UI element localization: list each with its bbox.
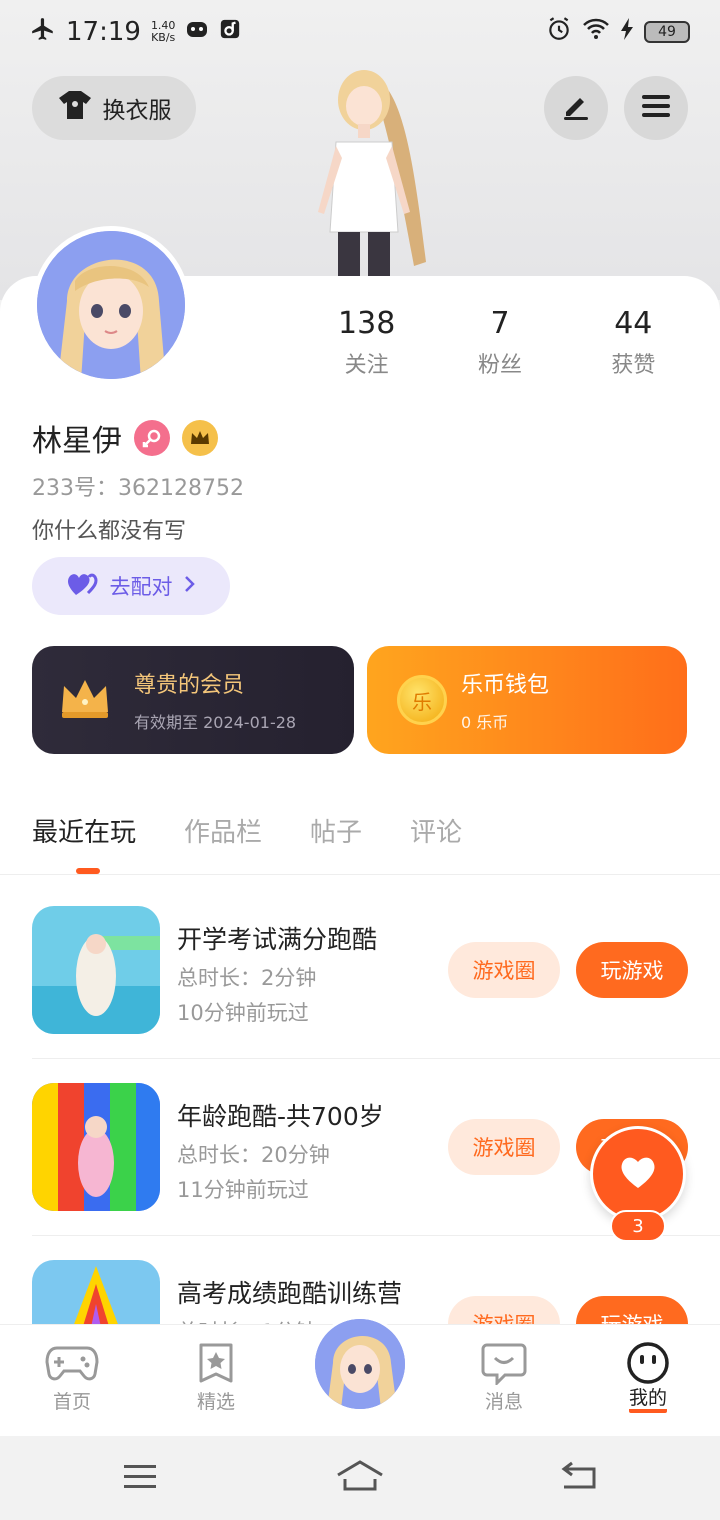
vip-membership-card[interactable]: 尊贵的会员 有效期至 2024-01-28 [32, 646, 354, 754]
like-button[interactable] [590, 1126, 686, 1222]
gold-crown-icon [58, 676, 112, 724]
center-avatar-button[interactable] [312, 1316, 408, 1412]
game-circle-button[interactable]: 游戏圈 [448, 1119, 560, 1175]
nav-messages[interactable]: 消息 [454, 1339, 554, 1414]
menu-button[interactable] [624, 76, 688, 140]
game-thumbnail [32, 1083, 160, 1211]
wifi-icon [582, 17, 610, 48]
game-title: 开学考试满分跑酷 [177, 925, 378, 954]
game-last-played: 10分钟前玩过 [177, 1001, 309, 1025]
stat-fans[interactable]: 7 粉丝 [433, 306, 566, 379]
battery-indicator: 49 [644, 21, 690, 43]
game-list-item[interactable]: 高考成绩跑酷训练营 总时长：1分钟 游戏圈 玩游戏 [32, 1260, 720, 1324]
coin-icon: 乐 [397, 675, 447, 725]
edit-button[interactable] [544, 76, 608, 140]
nav-mine[interactable]: 我的 [598, 1339, 698, 1413]
alarm-icon [546, 16, 572, 49]
play-game-button[interactable]: 玩游戏 [576, 1296, 688, 1324]
pencil-icon [560, 90, 592, 126]
game-duration: 总时长：1分钟 [177, 1316, 316, 1324]
profile-stats: 138 关注 7 粉丝 44 获赞 [300, 306, 700, 379]
stat-likes-label: 获赞 [611, 353, 656, 378]
game-duration: 总时长：20分钟 [177, 1143, 330, 1167]
game-thumbnail [32, 1260, 160, 1324]
game-duration: 总时长：2分钟 [177, 966, 317, 990]
gamepad-icon [22, 1339, 122, 1387]
game-title: 高考成绩跑酷训练营 [177, 1279, 403, 1308]
divider [32, 1058, 720, 1059]
vip-expiry: 有效期至 2024-01-28 [134, 713, 297, 732]
double-heart-icon [66, 571, 100, 602]
hamburger-icon [122, 1462, 158, 1494]
status-time: 17:19 [66, 17, 141, 47]
game-thumbnail [32, 906, 160, 1034]
stat-fans-value: 7 [490, 306, 510, 341]
change-outfit-label: 换衣服 [102, 98, 172, 124]
wallet-balance: 0 乐币 [461, 713, 509, 732]
stat-likes-value: 44 [614, 306, 653, 341]
airplane-icon [30, 16, 56, 49]
user-name: 林星伊 [32, 424, 122, 459]
game-circle-button[interactable]: 游戏圈 [448, 1296, 560, 1324]
game-last-played: 11分钟前玩过 [177, 1178, 309, 1202]
system-home-button[interactable] [330, 1458, 390, 1498]
tab-posts[interactable]: 帖子 [310, 812, 362, 849]
match-button[interactable]: 去配对 [32, 557, 230, 615]
stat-following-value: 138 [338, 306, 396, 341]
wallet-title: 乐币钱包 [461, 673, 550, 698]
system-back-button[interactable] [548, 1458, 608, 1498]
tab-comments[interactable]: 评论 [410, 812, 462, 849]
nav-home[interactable]: 首页 [22, 1339, 122, 1414]
heart-icon [618, 1154, 658, 1194]
play-game-button[interactable]: 玩游戏 [576, 942, 688, 998]
system-menu-button[interactable] [110, 1458, 170, 1498]
tab-recently-played[interactable]: 最近在玩 [32, 812, 136, 849]
tab-works[interactable]: 作品栏 [184, 812, 262, 849]
user-id: 233号：362128752 [32, 476, 244, 501]
game-title: 年龄跑酷-共700岁 [177, 1102, 384, 1131]
back-arrow-icon [558, 1461, 598, 1495]
status-bar: 17:19 1.40 KB/s 49 [0, 0, 720, 64]
network-speed-unit: KB/s [151, 31, 176, 44]
smiley-face-icon [598, 1339, 698, 1387]
game-circle-button[interactable]: 游戏圈 [448, 942, 560, 998]
coin-wallet-card[interactable]: 乐 乐币钱包 0 乐币 [367, 646, 687, 754]
tshirt-icon [57, 89, 93, 127]
network-speed: 1.40 KB/s [151, 20, 176, 44]
nav-mine-label: 我的 [628, 1387, 667, 1413]
match-label: 去配对 [109, 575, 173, 599]
stat-likes[interactable]: 44 获赞 [567, 306, 700, 379]
nav-featured[interactable]: 精选 [166, 1339, 266, 1414]
female-gender-icon [134, 420, 170, 456]
change-outfit-button[interactable]: 换衣服 [32, 76, 196, 140]
stat-following-label: 关注 [344, 353, 389, 378]
star-card-icon [166, 1339, 266, 1387]
chevron-right-icon [183, 574, 197, 599]
game-list-item[interactable]: 开学考试满分跑酷 总时长：2分钟 10分钟前玩过 游戏圈 玩游戏 [32, 906, 720, 1082]
divider [0, 874, 720, 875]
nav-featured-label: 精选 [196, 1391, 235, 1413]
cat-app-icon [185, 17, 209, 48]
system-navigation-bar [0, 1436, 720, 1520]
stat-following[interactable]: 138 关注 [300, 306, 433, 379]
vip-title: 尊贵的会员 [134, 673, 245, 698]
avatar-3d-character[interactable] [286, 62, 436, 276]
charging-icon [620, 17, 634, 48]
nav-home-label: 首页 [52, 1391, 91, 1413]
home-icon [335, 1459, 385, 1497]
hamburger-menu-icon [640, 92, 672, 124]
profile-avatar[interactable] [32, 226, 190, 384]
like-count-badge: 3 [610, 1210, 666, 1242]
user-bio: 你什么都没有写 [32, 519, 187, 544]
music-app-icon [219, 17, 241, 47]
nav-messages-label: 消息 [484, 1391, 523, 1413]
chat-bubble-icon [454, 1339, 554, 1387]
name-row: 林星伊 [32, 416, 218, 460]
profile-tabs: 最近在玩 作品栏 帖子 评论 [32, 812, 462, 849]
crown-badge-icon[interactable] [182, 420, 218, 456]
stat-fans-label: 粉丝 [477, 353, 522, 378]
